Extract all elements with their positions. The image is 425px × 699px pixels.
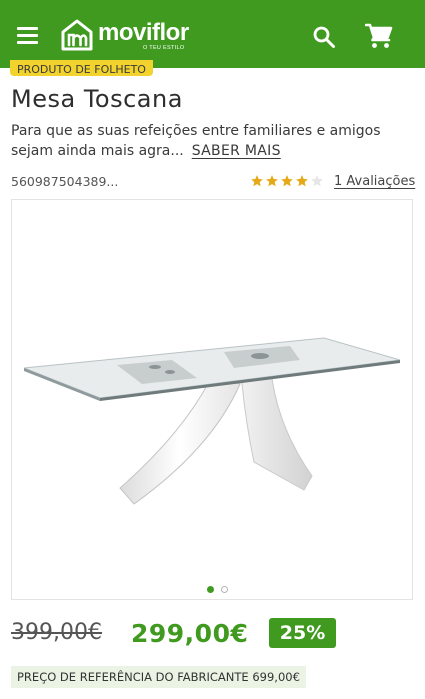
brand-logo[interactable]: moviflor O TEU ESTILO: [60, 18, 210, 54]
promo-badge-label: PRODUTO DE FOLHETO: [17, 63, 146, 76]
carousel-dot-2[interactable]: [221, 586, 228, 593]
star-filled-icon: [251, 175, 263, 187]
product-rating: 1 Avaliações: [250, 172, 415, 190]
sale-price: 299,00€: [131, 619, 249, 648]
reviews-link[interactable]: 1 Avaliações: [334, 174, 415, 189]
original-price: 399,00€: [11, 620, 102, 645]
reference-price-note: PREÇO DE REFERÊNCIA DO FABRICANTE 699,00…: [11, 666, 306, 688]
logo-house-icon: [61, 19, 93, 51]
star-empty-icon: [311, 175, 323, 187]
star-filled-icon: [296, 175, 308, 187]
carousel-dot-1[interactable]: [207, 586, 214, 593]
promo-badge: PRODUTO DE FOLHETO: [10, 60, 153, 76]
rating-stars: [250, 174, 325, 188]
product-description: Para que as suas refeições entre familia…: [11, 121, 411, 161]
carousel-dots: [207, 586, 235, 593]
product-image[interactable]: [12, 200, 412, 599]
search-icon[interactable]: [312, 25, 336, 49]
product-title: Mesa Toscana: [11, 85, 183, 113]
cart-icon[interactable]: [365, 23, 393, 49]
product-image-gallery[interactable]: [11, 199, 413, 600]
product-sku: 560987504389...: [11, 174, 119, 189]
top-app-bar: moviflor O TEU ESTILO: [0, 0, 425, 68]
brand-name: moviflor: [98, 19, 189, 46]
star-filled-icon: [266, 175, 278, 187]
discount-badge: 25%: [269, 618, 336, 648]
star-filled-icon: [281, 175, 293, 187]
menu-icon[interactable]: [17, 27, 38, 44]
read-more-link[interactable]: SABER MAIS: [192, 143, 281, 159]
brand-tagline: O TEU ESTILO: [143, 45, 185, 51]
